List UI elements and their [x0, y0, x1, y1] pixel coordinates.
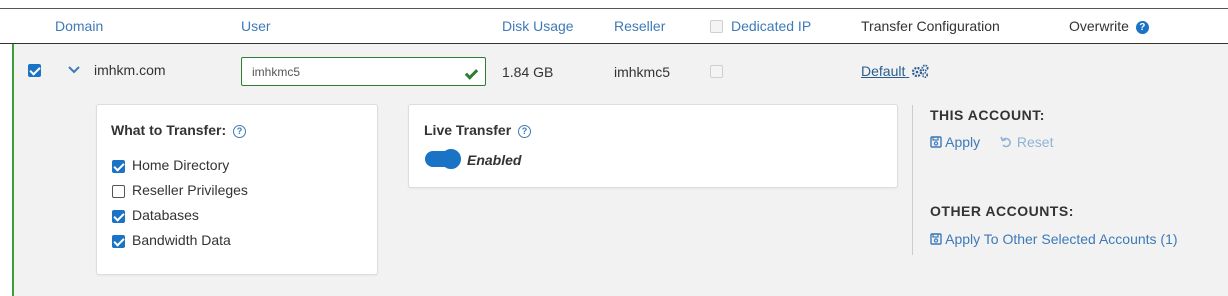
what-to-transfer-help-icon[interactable]: ?: [233, 124, 247, 138]
this-account-heading: THIS ACCOUNT:: [930, 107, 1045, 123]
dedicated-ip-header-checkbox: [710, 20, 723, 33]
live-transfer-panel: Live Transfer ? Enabled: [408, 104, 898, 188]
row-select-checkbox[interactable]: [28, 64, 41, 77]
column-header-disk-usage[interactable]: Disk Usage: [502, 18, 574, 34]
valid-check-icon: [464, 66, 479, 80]
apply-label: Apply: [945, 134, 981, 150]
column-header-user[interactable]: User: [241, 18, 271, 34]
apply-button[interactable]: Apply: [930, 134, 980, 150]
user-input-value: imhkmc5: [252, 64, 301, 79]
row-reseller: imhkmc5: [614, 64, 671, 80]
overwrite-label: Overwrite: [1069, 18, 1129, 34]
row-disk-usage: 1.84 GB: [502, 64, 554, 80]
table-header: Domain User Disk Usage Reseller Dedicate…: [0, 8, 1228, 44]
save-icon: [930, 136, 942, 148]
reset-label: Reset: [1016, 134, 1054, 150]
overwrite-help-icon[interactable]: ?: [1135, 20, 1149, 34]
column-header-reseller[interactable]: Reseller: [614, 18, 665, 34]
toggle-knob: [441, 149, 461, 169]
live-transfer-status: Enabled: [467, 152, 522, 168]
live-transfer-toggle[interactable]: [425, 149, 461, 169]
column-header-overwrite: Overwrite ?: [1069, 18, 1149, 34]
transfer-config-label: Default: [861, 63, 906, 79]
option-databases-label: Databases: [132, 207, 199, 223]
option-reseller-privileges-checkbox[interactable]: [112, 185, 125, 198]
actions-divider: [912, 105, 913, 255]
user-input[interactable]: imhkmc5: [241, 57, 486, 86]
live-transfer-help-icon[interactable]: ?: [518, 124, 532, 138]
save-icon: [930, 233, 942, 245]
column-header-transfer-configuration: Transfer Configuration: [861, 18, 1000, 34]
live-transfer-heading: Live Transfer ?: [424, 122, 532, 138]
reset-button[interactable]: Reset: [1000, 134, 1053, 150]
option-home-directory-checkbox[interactable]: [112, 160, 125, 173]
row-domain: imhkm.com: [94, 62, 166, 78]
gears-icon: [912, 64, 929, 79]
transfer-config-default-link[interactable]: Default: [861, 63, 929, 79]
live-transfer-title: Live Transfer: [424, 122, 512, 138]
what-to-transfer-heading: What to Transfer: ?: [111, 122, 247, 138]
option-home-directory-label: Home Directory: [132, 157, 230, 173]
apply-to-other-accounts-label: Apply To Other Selected Accounts (1): [945, 231, 1178, 247]
row-dedicated-ip-checkbox: [710, 65, 723, 78]
apply-to-other-accounts-button[interactable]: Apply To Other Selected Accounts (1): [930, 231, 1178, 247]
option-reseller-privileges-label: Reseller Privileges: [132, 182, 248, 198]
other-accounts-heading: OTHER ACCOUNTS:: [930, 203, 1074, 219]
option-bandwidth-data-checkbox[interactable]: [112, 235, 125, 248]
option-bandwidth-data-label: Bandwidth Data: [132, 232, 231, 248]
what-to-transfer-title: What to Transfer:: [111, 122, 227, 138]
chevron-down-icon[interactable]: [67, 65, 81, 75]
what-to-transfer-panel: What to Transfer: ? Home Directory Resel…: [96, 104, 378, 275]
column-header-domain[interactable]: Domain: [55, 18, 103, 34]
undo-icon: [1000, 136, 1011, 148]
column-header-dedicated-ip[interactable]: Dedicated IP: [731, 18, 811, 34]
option-databases-checkbox[interactable]: [112, 210, 125, 223]
